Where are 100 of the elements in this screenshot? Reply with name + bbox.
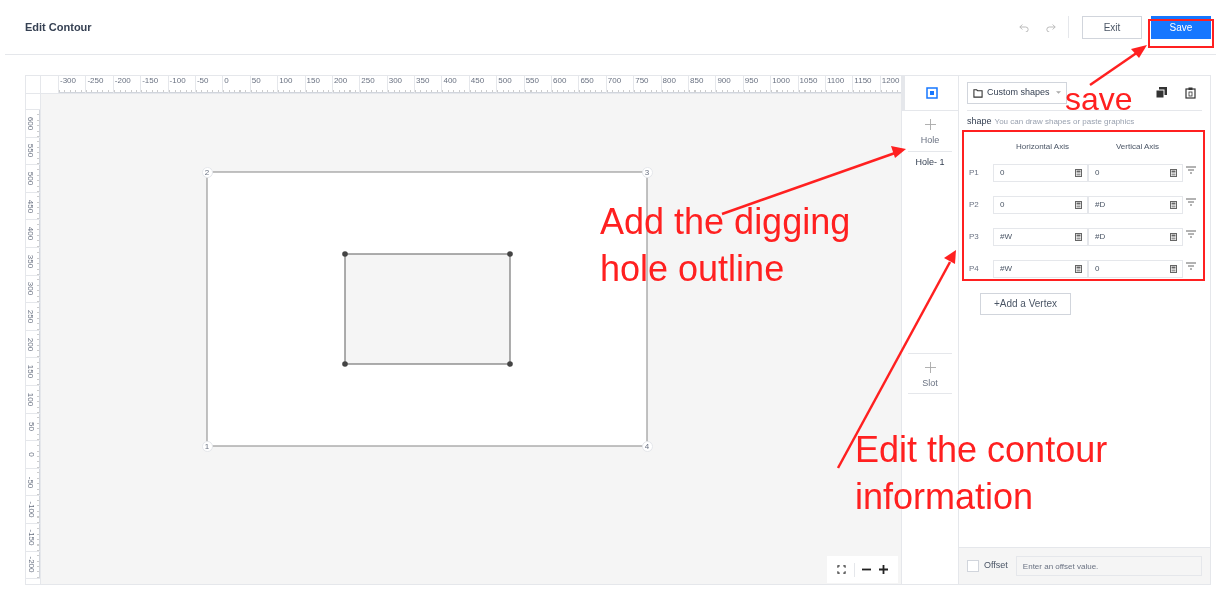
ruler-label: 350 [26,254,36,268]
offset-field[interactable]: Enter an offset value. [1015,556,1202,576]
coordinate-field[interactable]: #D [1088,227,1183,246]
ruler-label: -250 [86,76,105,86]
ruler-label: 550 [524,76,540,86]
ruler-label: -50 [26,476,36,488]
vertex-label: 4 [641,440,653,452]
ruler-label: 150 [26,364,36,379]
fit-screen-icon[interactable] [836,565,846,574]
vertex-label: 3 [641,166,653,178]
ruler-label: 400 [442,76,458,86]
ruler-label: 300 [387,76,404,86]
tab-label: Slot [922,376,938,390]
calculator-icon[interactable] [1170,200,1177,209]
coordinate-field[interactable]: #W [993,227,1088,246]
ruler-label: 100 [26,392,36,406]
ruler-label: 700 [606,76,623,86]
coordinate-field[interactable]: 0 [993,163,1088,182]
ruler-label: 350 [415,76,431,86]
add-tab[interactable]: Hole [908,111,952,152]
ruler-label: -200 [26,556,36,573]
plus-icon [924,361,936,373]
ruler-label: -100 [26,501,36,518]
ruler-label: 1100 [825,76,846,86]
ruler-label: 0 [26,452,36,457]
coordinate-field[interactable]: 0 [1088,163,1183,182]
ruler-label: 200 [332,76,349,86]
ruler-label: -300 [59,76,77,86]
ruler-label: -200 [113,76,132,86]
vertex-name: P2 [968,198,980,211]
column-header: Vertical Axis [1114,140,1161,153]
ruler-label: 750 [634,76,650,86]
calculator-icon[interactable] [1170,232,1177,241]
vertex-label: 1 [201,440,213,452]
coordinate-field[interactable]: 0 [1088,259,1183,278]
plus-icon [924,119,936,130]
paste-icon[interactable] [1185,86,1196,99]
ruler-label: 450 [469,76,486,86]
ruler-label: 1150 [853,76,873,86]
tab-label: Hole [920,134,940,147]
calculator-icon[interactable] [1170,264,1177,273]
offset-checkbox[interactable] [967,560,979,572]
hole-item[interactable]: Hole- 1 [902,155,958,169]
annotation-text: Edit the contour information [855,428,1109,519]
annotation-text: save [1065,82,1133,116]
ruler-label: 0 [223,76,230,86]
ruler-label: 250 [360,76,376,86]
page-title: Edit Contour [25,19,93,35]
coordinate-field[interactable]: 0 [993,195,1088,214]
ruler-label: 850 [689,76,705,86]
caret-icon [1056,91,1061,94]
ruler-label: 500 [26,171,36,186]
ruler-label: 800 [661,76,677,86]
ruler-label: -100 [168,76,187,86]
ruler-label: 1050 [798,76,819,86]
calculator-icon[interactable] [1075,264,1082,273]
annotation-text: Add the digging hole outline [600,200,852,291]
ruler-label: 650 [579,76,595,86]
ruler-label: 950 [743,76,760,86]
ruler-label: 50 [250,76,262,86]
save-button[interactable]: Save [1151,15,1211,39]
ruler-label: 100 [278,76,294,86]
section-label: shape [967,115,992,128]
ruler-label: 150 [305,76,321,86]
ruler-label: 1200 [880,76,901,86]
ruler-label: 400 [26,227,36,241]
highlight-frame [1148,19,1214,48]
add-vertex-button[interactable]: +Add a Vertex [980,292,1071,315]
ruler-label: 200 [26,337,36,351]
offset-label: Offset [984,559,1008,573]
shape-icon [973,87,983,98]
calculator-icon[interactable] [1075,232,1082,241]
ruler-label: 550 [26,144,36,158]
add-tab[interactable]: Slot [908,353,952,394]
calculator-icon[interactable] [1170,168,1177,177]
exit-button[interactable]: Exit [1082,15,1142,39]
ruler-label: 50 [26,422,36,432]
zoom-in-icon[interactable] [879,565,889,574]
shape-type-dropdown[interactable]: Custom shapes [967,81,1067,104]
ruler-label: 300 [26,282,36,296]
coordinate-field[interactable]: #D [1088,195,1183,214]
vertex-name: P3 [968,230,980,243]
ruler-label: 450 [26,199,36,213]
ruler-label: 900 [716,76,732,86]
shape-tab[interactable] [902,76,958,111]
vertex-label: 2 [201,166,213,178]
ruler-label: 250 [26,309,36,324]
ruler-label: -150 [141,76,160,86]
ruler-label: 1000 [771,76,791,86]
calculator-icon[interactable] [1075,168,1082,177]
copy-icon[interactable] [1156,87,1167,98]
coordinate-field[interactable]: #W [993,259,1088,278]
square-icon [925,87,938,99]
vertex-name: P1 [968,166,980,179]
calculator-icon[interactable] [1075,200,1082,209]
arrow [1089,45,1147,87]
ruler-label: 600 [26,116,36,130]
ruler-label: 600 [552,76,568,86]
ruler-label: 500 [497,76,513,86]
column-header: Horizontal Axis [1015,140,1070,153]
